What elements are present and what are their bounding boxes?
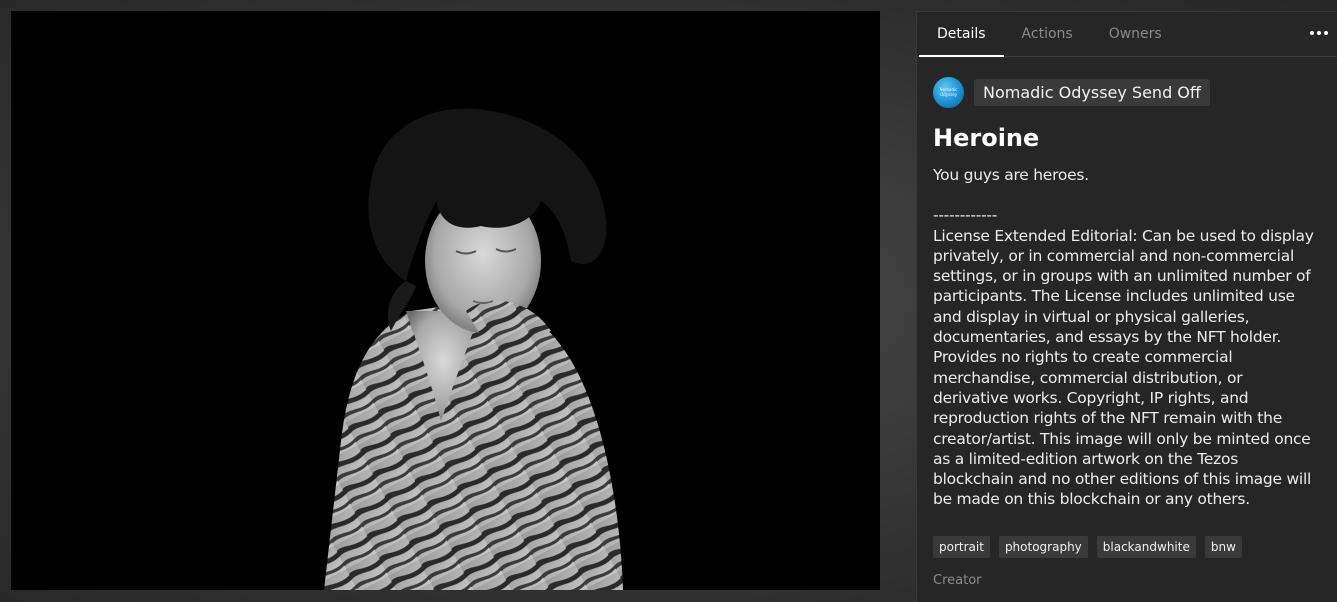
artwork-photo — [11, 11, 880, 590]
token-description: You guys are heroes. ------------ Licens… — [933, 165, 1321, 510]
more-horizontal-icon[interactable] — [1309, 24, 1329, 42]
creator-label: Creator — [933, 572, 982, 588]
description-license: License Extended Editorial: Can be used … — [933, 226, 1314, 509]
tab-actions[interactable]: Actions — [1004, 12, 1091, 57]
tag-bnw[interactable]: bnw — [1204, 535, 1242, 558]
tag-blackandwhite[interactable]: blackandwhite — [1096, 535, 1196, 558]
tab-owners[interactable]: Owners — [1091, 12, 1180, 57]
collection-row: Nomadic Odyssey Nomadic Odyssey Send Off — [933, 76, 1321, 108]
collection-avatar-text: Nomadic Odyssey — [939, 87, 958, 97]
tag-portrait[interactable]: portrait — [933, 535, 990, 558]
artwork-image[interactable] — [11, 11, 880, 590]
collection-avatar[interactable]: Nomadic Odyssey — [933, 76, 964, 108]
collection-name-link[interactable]: Nomadic Odyssey Send Off — [974, 78, 1210, 106]
token-title: Heroine — [933, 124, 1040, 152]
details-content: Nomadic Odyssey Nomadic Odyssey Send Off… — [917, 57, 1337, 588]
tag-photography[interactable]: photography — [998, 535, 1088, 558]
tab-bar: Details Actions Owners — [917, 12, 1337, 57]
details-panel: Details Actions Owners Nomadic Odyssey N… — [916, 11, 1337, 602]
tab-details[interactable]: Details — [919, 12, 1004, 57]
tag-list: portrait photography blackandwhite bnw — [933, 535, 1321, 558]
description-lead: You guys are heroes. — [933, 166, 1089, 184]
description-separator: ------------ — [933, 206, 998, 225]
page: Details Actions Owners Nomadic Odyssey N… — [0, 0, 1337, 602]
